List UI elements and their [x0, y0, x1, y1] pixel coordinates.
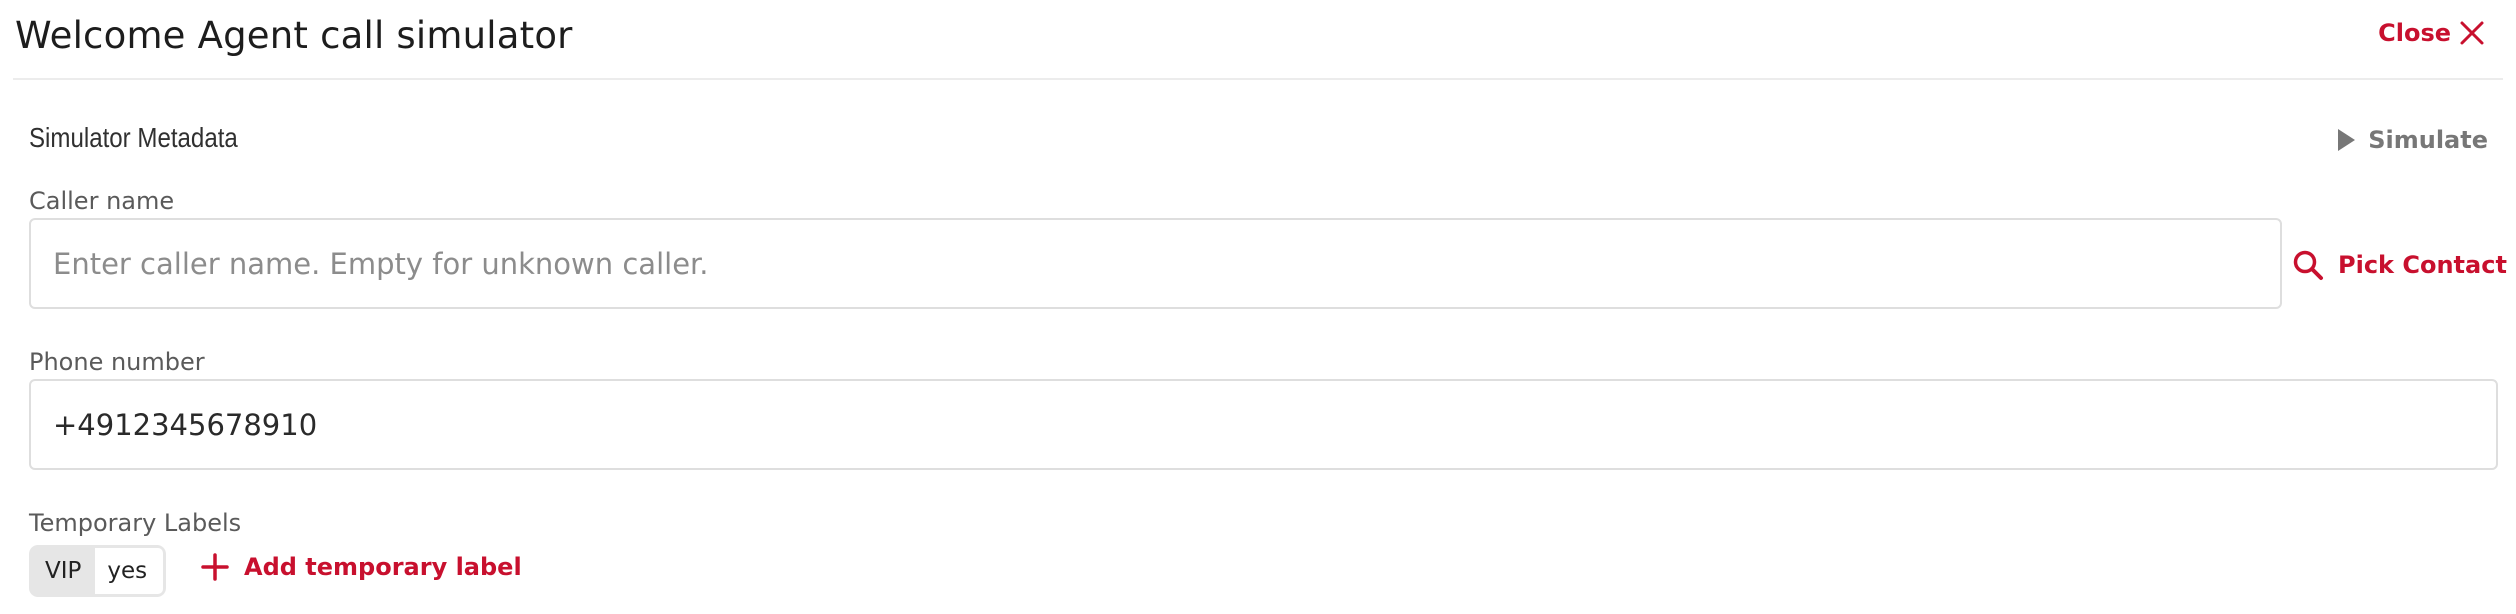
add-temporary-label-button[interactable]: Add temporary label [200, 552, 522, 582]
label-chip-key: VIP [32, 548, 96, 594]
close-button-label: Close [2378, 19, 2451, 47]
simulate-button[interactable]: Simulate [2336, 126, 2488, 154]
close-button[interactable]: Close [2378, 19, 2485, 47]
label-chip[interactable]: VIP yes [29, 545, 167, 597]
plus-icon [201, 553, 229, 581]
label-chip-value: yes [95, 548, 164, 594]
play-icon [2338, 129, 2356, 151]
temporary-labels-label: Temporary Labels [29, 509, 242, 537]
phone-number-label: Phone number [29, 348, 205, 376]
pick-contact-label: Pick Contact [2338, 251, 2507, 279]
dialog-header: Welcome Agent call simulator Close [13, 0, 2503, 80]
caller-name-input[interactable] [29, 218, 2282, 309]
pick-contact-button[interactable]: Pick Contact [2292, 249, 2507, 281]
section-title: Simulator Metadata [29, 122, 238, 153]
caller-name-label: Caller name [29, 187, 175, 215]
close-icon [2460, 21, 2484, 45]
search-icon [2293, 250, 2323, 280]
phone-number-input[interactable] [29, 379, 2498, 470]
dialog-title: Welcome Agent call simulator [15, 14, 573, 57]
simulate-button-label: Simulate [2368, 126, 2488, 154]
add-temporary-label-text: Add temporary label [244, 553, 522, 581]
